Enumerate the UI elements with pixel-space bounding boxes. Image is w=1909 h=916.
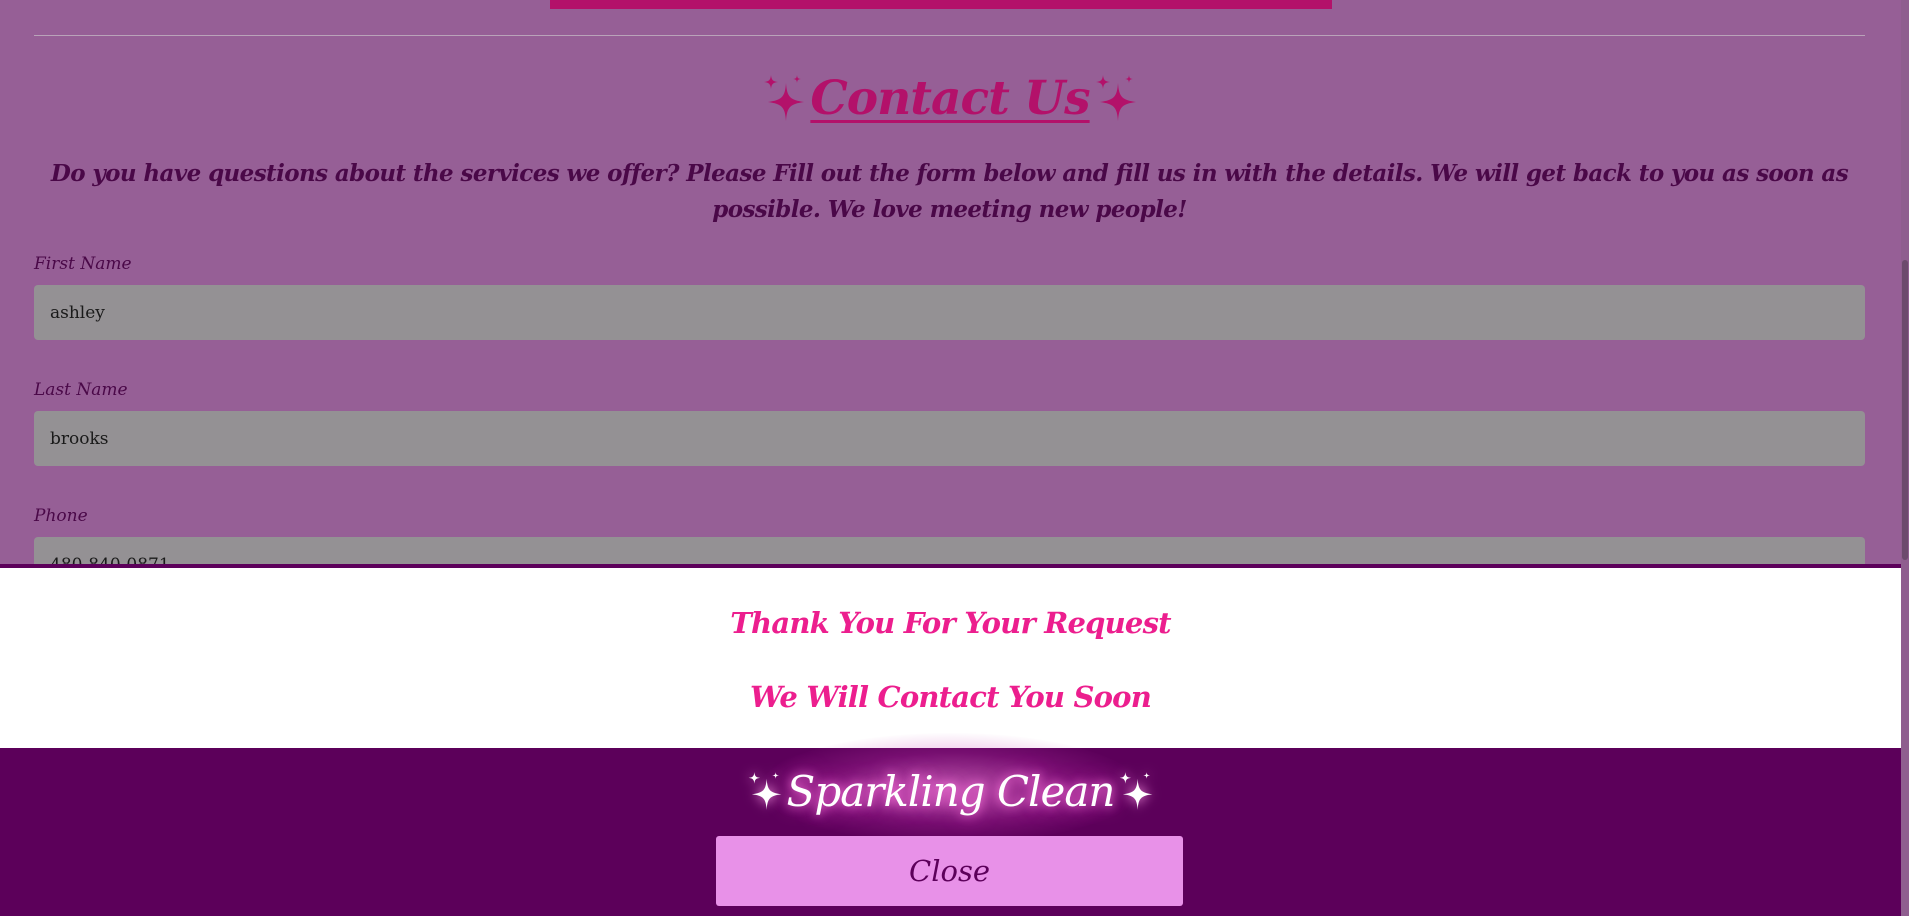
contact-heading: Contact Us [0, 62, 1900, 134]
scrollbar-thumb[interactable] [1902, 260, 1908, 560]
brand-name: Sparkling Clean [786, 766, 1116, 816]
sparkles-icon [747, 769, 783, 813]
first-name-label: First Name [34, 254, 132, 274]
modal-body: Thank You For Your Request We Will Conta… [0, 568, 1901, 748]
close-button[interactable]: Close [716, 836, 1183, 906]
modal-footer: Sparkling Clean Close [0, 733, 1901, 916]
top-accent-bar [550, 0, 1332, 9]
phone-label: Phone [34, 506, 88, 526]
page-title: Contact Us [810, 70, 1090, 126]
confirmation-modal: Thank You For Your Request We Will Conta… [0, 564, 1901, 916]
thank-you-message: Thank You For Your Request [730, 606, 1171, 640]
page-scrollbar[interactable] [1901, 0, 1909, 916]
section-divider [34, 35, 1865, 36]
first-name-input[interactable] [34, 285, 1865, 340]
contact-intro-text: Do you have questions about the services… [50, 160, 1849, 223]
last-name-input[interactable] [34, 411, 1865, 466]
sparkles-icon [1118, 769, 1154, 813]
contact-soon-message: We Will Contact You Soon [749, 680, 1152, 714]
last-name-label: Last Name [34, 380, 128, 400]
sparkles-icon [762, 73, 806, 123]
brand-logo: Sparkling Clean [0, 748, 1901, 834]
sparkles-icon [1094, 73, 1138, 123]
